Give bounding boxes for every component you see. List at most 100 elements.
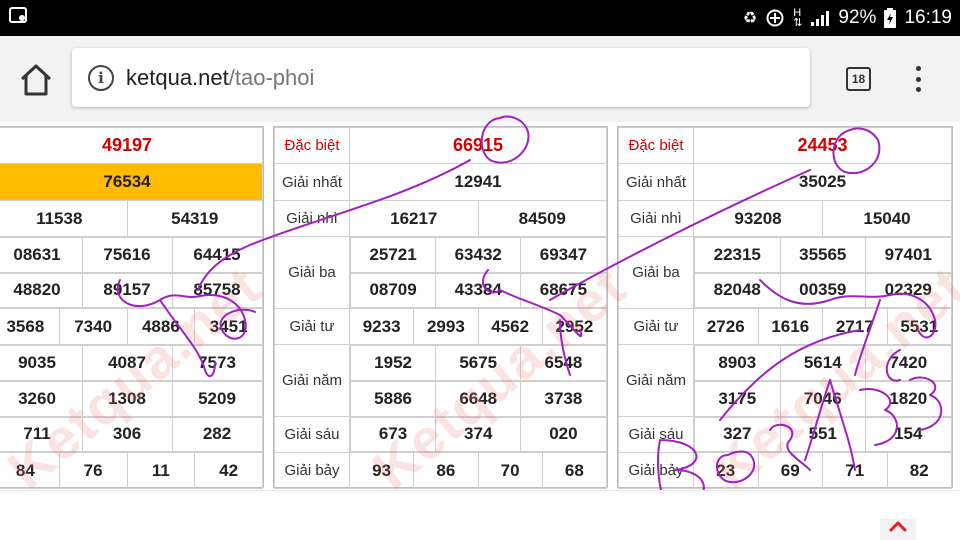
special-prize-value: 24453	[693, 127, 952, 164]
sixth-prize-value: 282	[171, 416, 263, 452]
overflow-menu-icon[interactable]	[908, 64, 928, 94]
label-fourth-prize: Giải tư	[618, 308, 694, 345]
third-prize-value: 69347	[520, 237, 607, 273]
second-prize-value: 93208	[693, 200, 823, 237]
clock: 16:19	[904, 7, 952, 28]
fifth-prize-value: 8903	[694, 345, 781, 381]
fourth-prize-value: 3451	[194, 308, 263, 345]
label-fifth-prize: Giải năm	[274, 344, 350, 417]
result-table-1: 49197 76534 11538 54319 08631 75616 6441…	[0, 126, 264, 489]
fourth-prize-value: 9233	[348, 308, 415, 345]
second-prize-value: 11538	[0, 200, 128, 237]
third-prize-value: 08631	[0, 237, 83, 273]
second-prize-value: 84509	[477, 200, 607, 237]
fourth-prize-value: 7340	[58, 308, 128, 345]
recycle-icon: ♻	[742, 10, 758, 27]
gallery-notification-icon	[9, 7, 27, 23]
fifth-prize-value: 7046	[779, 380, 866, 417]
label-third-prize: Giải ba	[274, 236, 350, 309]
third-prize-value: 75616	[81, 237, 173, 273]
label-first-prize: Giải nhất	[618, 163, 694, 201]
third-prize-value: 25721	[349, 237, 437, 273]
tab-switcher-button[interactable]: 18	[846, 67, 871, 91]
result-grid: Đặc biệt 24453 Giải nhất 35025 Giải nhì 93…	[618, 127, 952, 489]
battery-percent: 92%	[838, 7, 877, 28]
address-bar[interactable]: i ketqua.net/tao-phoi	[72, 48, 810, 107]
sixth-prize-value: 327	[694, 416, 781, 452]
fifth-prize-value: 7420	[865, 345, 952, 381]
first-prize-value: 76534	[0, 163, 263, 201]
seventh-prize-value: 76	[58, 452, 128, 489]
fourth-prize-value: 2717	[822, 308, 888, 345]
fifth-prize-value: 3738	[520, 380, 607, 417]
third-prize-value: 02329	[865, 272, 952, 308]
label-second-prize: Giải nhì	[274, 200, 350, 237]
fifth-prize-value: 5209	[171, 380, 263, 417]
third-prize-value: 85758	[171, 272, 263, 308]
label-seventh-prize: Giải bảy	[618, 452, 694, 489]
seventh-prize-value: 84	[0, 452, 60, 489]
first-prize-value: 12941	[349, 163, 607, 201]
sixth-prize-value: 374	[435, 416, 522, 452]
battery-charging-icon	[884, 8, 897, 28]
sixth-prize-value: 154	[865, 416, 952, 452]
fourth-prize-value: 5531	[886, 308, 952, 345]
label-special-prize: Đặc biệt	[274, 127, 350, 164]
fifth-prize-value: 9035	[0, 345, 83, 381]
scroll-to-top-button[interactable]	[880, 519, 916, 540]
seventh-prize-value: 68	[541, 452, 608, 489]
fifth-prize-value: 3260	[0, 380, 83, 417]
seventh-prize-value: 70	[477, 452, 543, 489]
seventh-prize-value: 42	[194, 452, 263, 489]
seventh-prize-value: 82	[886, 452, 952, 489]
label-second-prize: Giải nhì	[618, 200, 694, 237]
seventh-prize-value: 23	[693, 452, 759, 489]
third-prize-value: 35565	[779, 237, 866, 273]
sixth-prize-value: 020	[520, 416, 607, 452]
second-prize-value: 54319	[126, 200, 263, 237]
data-saver-icon	[766, 9, 784, 27]
fourth-prize-value: 2993	[413, 308, 479, 345]
third-prize-value: 00359	[779, 272, 866, 308]
page-content: 49197 76534 11538 54319 08631 75616 6441…	[0, 122, 960, 490]
sixth-prize-value: 711	[0, 416, 83, 452]
sixth-prize-value: 673	[349, 416, 437, 452]
result-grid: 49197 76534 11538 54319 08631 75616 6441…	[0, 127, 263, 489]
status-left	[8, 5, 28, 31]
fifth-prize-value: 7573	[171, 345, 263, 381]
page-bottom	[0, 490, 960, 540]
third-prize-value: 08709	[349, 272, 437, 308]
second-prize-value: 15040	[822, 200, 952, 237]
status-bar: ♻ H ⇅ 92% 16:19	[0, 0, 960, 36]
fifth-prize-value: 1308	[81, 380, 173, 417]
third-prize-value: 82048	[694, 272, 781, 308]
second-prize-value: 16217	[349, 200, 479, 237]
label-special-prize: Đặc biệt	[618, 127, 694, 164]
label-third-prize: Giải ba	[618, 236, 694, 309]
fourth-prize-value: 1616	[757, 308, 823, 345]
seventh-prize-value: 11	[126, 452, 196, 489]
third-prize-value: 48820	[0, 272, 83, 308]
chevron-up-icon	[889, 521, 907, 532]
third-prize-value: 63432	[435, 237, 522, 273]
fifth-prize-value: 1952	[349, 345, 437, 381]
network-type-icon: H ⇅	[793, 7, 803, 29]
third-prize-value: 68675	[520, 272, 607, 308]
signal-icon	[811, 11, 830, 26]
label-fifth-prize: Giải năm	[618, 344, 694, 417]
third-prize-value: 89157	[81, 272, 173, 308]
result-table-2: Đặc biệt 66915 Giải nhất 12941 Giải nhì 16…	[273, 126, 608, 489]
special-prize-value: 49197	[0, 127, 263, 164]
site-info-icon[interactable]: i	[88, 64, 114, 91]
screen: ♻ H ⇅ 92% 16:19 i ketqua.net /tao-phoi 1…	[0, 0, 960, 540]
fifth-prize-value: 1820	[865, 380, 952, 417]
fourth-prize-value: 3568	[0, 308, 60, 345]
home-icon[interactable]	[18, 63, 54, 97]
sixth-prize-value: 306	[81, 416, 173, 452]
special-prize-value: 66915	[349, 127, 607, 164]
third-prize-value: 97401	[865, 237, 952, 273]
result-table-3: Đặc biệt 24453 Giải nhất 35025 Giải nhì 93…	[617, 126, 953, 489]
seventh-prize-value: 69	[757, 452, 823, 489]
fourth-prize-value: 4886	[126, 308, 196, 345]
label-first-prize: Giải nhất	[274, 163, 350, 201]
